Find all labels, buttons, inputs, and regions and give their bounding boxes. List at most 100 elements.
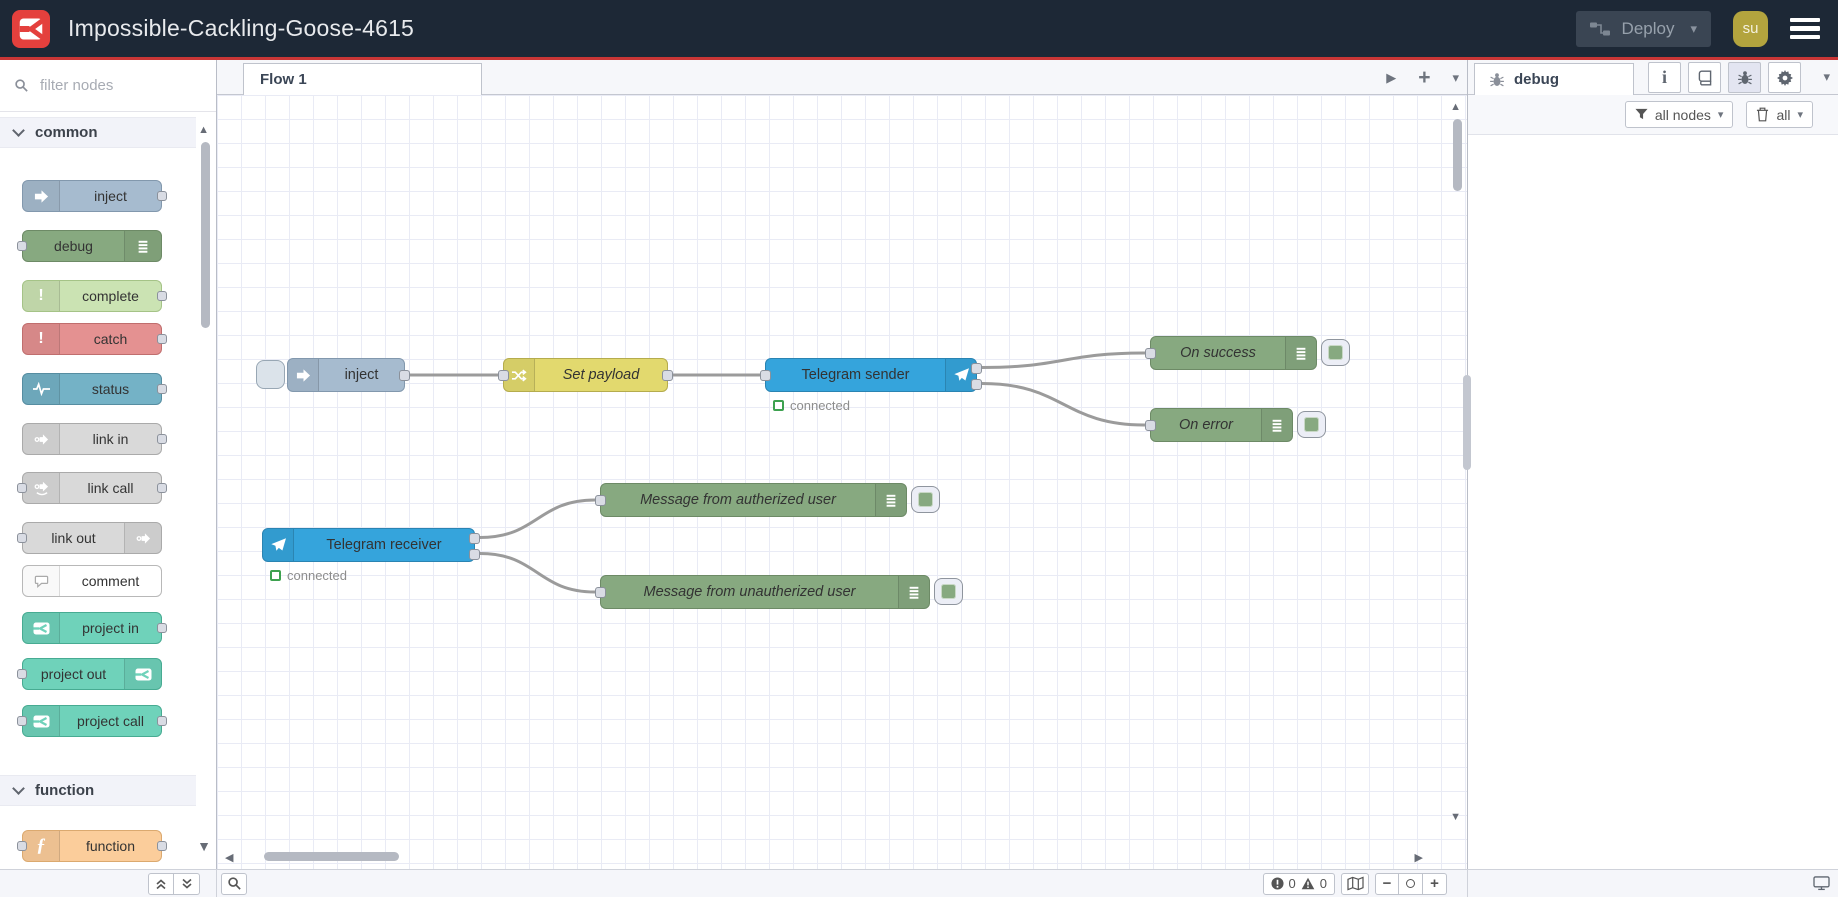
map-icon xyxy=(1346,876,1364,891)
flow-list-button[interactable]: ▾ xyxy=(1452,70,1459,86)
palette-category-common[interactable]: common xyxy=(0,117,196,148)
input-port[interactable] xyxy=(1145,348,1156,359)
zoom-reset-button[interactable] xyxy=(1399,872,1423,895)
user-avatar[interactable]: su xyxy=(1733,10,1768,47)
palette-node-label: function xyxy=(85,838,136,854)
input-port[interactable] xyxy=(595,495,606,506)
palette-node-link-call[interactable]: link call xyxy=(17,472,167,504)
deploy-caret-icon[interactable]: ▾ xyxy=(1686,21,1697,37)
port-in xyxy=(17,716,27,726)
debug-enable-toggle[interactable] xyxy=(1297,411,1326,438)
palette-node-debug[interactable]: debug xyxy=(17,230,162,262)
palette-scrollbar-thumb[interactable] xyxy=(201,142,210,328)
status-label: connected xyxy=(790,398,850,413)
help-tool-button[interactable] xyxy=(1688,62,1721,93)
link-arrow-icon xyxy=(124,523,161,553)
zoom-controls: − + xyxy=(1375,872,1447,895)
next-flow-button[interactable]: ▶ xyxy=(1386,70,1396,86)
wire-telegram-receiver-to-msg-auth[interactable] xyxy=(478,498,597,539)
flow-node-telegram-sender[interactable]: Telegram sender xyxy=(760,358,982,392)
flow-node-telegram-receiver[interactable]: Telegram receiver xyxy=(262,528,480,562)
input-port[interactable] xyxy=(595,587,606,598)
add-flow-button[interactable]: + xyxy=(1418,66,1430,90)
main-menu-button[interactable] xyxy=(1790,17,1820,40)
port-out xyxy=(157,291,167,301)
navigator-button[interactable] xyxy=(1341,872,1369,895)
h-scrollbar-thumb[interactable] xyxy=(264,852,399,861)
exclamation-icon: ! xyxy=(23,281,60,311)
debug-enable-toggle[interactable] xyxy=(911,486,940,513)
debug-clear-button[interactable]: all ▾ xyxy=(1746,101,1813,128)
input-port[interactable] xyxy=(760,370,771,381)
scroll-right-arrow[interactable]: ▶ xyxy=(1415,851,1423,864)
palette-category-function[interactable]: function xyxy=(0,775,196,806)
tab-debug[interactable]: debug xyxy=(1474,63,1634,95)
palette-node-label: debug xyxy=(54,238,93,254)
notifications-button[interactable]: 0 0 xyxy=(1262,872,1335,895)
scroll-down-arrow[interactable]: ▼ xyxy=(1450,811,1461,823)
debug-enable-toggle[interactable] xyxy=(1321,339,1350,366)
output-port[interactable] xyxy=(399,370,410,381)
output-port[interactable] xyxy=(662,370,673,381)
v-scrollbar-thumb[interactable] xyxy=(1453,119,1462,191)
search-flows-button[interactable] xyxy=(221,872,247,895)
input-port[interactable] xyxy=(1145,420,1156,431)
tab-flow-1[interactable]: Flow 1 xyxy=(243,63,482,95)
palette-node-link-in[interactable]: link in xyxy=(22,423,167,455)
debug-messages-panel xyxy=(1468,135,1838,869)
output-port-1[interactable] xyxy=(469,533,480,544)
palette-node-complete[interactable]: ! complete xyxy=(22,280,167,312)
deploy-icon xyxy=(1589,21,1610,37)
palette-node-inject[interactable]: inject xyxy=(22,180,167,212)
palette-scroll-up[interactable]: ▲ xyxy=(198,124,209,136)
palette-filter-input[interactable] xyxy=(38,76,182,95)
palette-node-function[interactable]: ƒ function xyxy=(17,830,167,862)
palette-node-project-in[interactable]: project in xyxy=(22,612,167,644)
wire-telegram-receiver-to-msg-unauth[interactable] xyxy=(478,552,597,594)
zoom-out-button[interactable]: − xyxy=(1375,872,1399,895)
palette-node-link-out[interactable]: link out xyxy=(17,522,162,554)
zoom-reset-icon xyxy=(1406,879,1415,888)
node-red-mark-icon xyxy=(23,613,60,643)
info-tool-button[interactable]: i xyxy=(1648,62,1681,93)
scroll-up-arrow[interactable]: ▲ xyxy=(1450,101,1461,113)
output-port-2[interactable] xyxy=(469,549,480,560)
node-red-mark-icon xyxy=(23,706,60,736)
sidebar-menu-button[interactable]: ▾ xyxy=(1823,69,1830,85)
node-label: Message from unautherized user xyxy=(643,584,856,600)
monitor-icon[interactable] xyxy=(1813,876,1830,891)
port-in xyxy=(17,241,27,251)
wire-telegram-sender-to-on-error[interactable] xyxy=(980,382,1147,427)
deploy-button[interactable]: Deploy ▾ xyxy=(1575,10,1711,47)
palette-scroll-down[interactable]: ▼ xyxy=(197,838,211,854)
output-port-1[interactable] xyxy=(971,363,982,374)
debug-filter-button[interactable]: all nodes ▾ xyxy=(1624,101,1734,128)
debug-list-icon xyxy=(1261,409,1292,441)
palette-node-project-call[interactable]: project call xyxy=(17,705,167,737)
flow-node-msg-unauth[interactable]: Message from unautherized user xyxy=(595,575,930,609)
debug-tool-button[interactable] xyxy=(1728,62,1761,93)
flow-node-msg-auth[interactable]: Message from autherized user xyxy=(595,483,907,517)
flow-node-set-payload[interactable]: Set payload xyxy=(498,358,673,392)
debug-enable-toggle[interactable] xyxy=(934,578,963,605)
sidebar-resize-grip[interactable] xyxy=(1463,375,1471,470)
flow-node-on-error[interactable]: On error xyxy=(1145,408,1293,442)
flow-node-on-success[interactable]: On success xyxy=(1145,336,1317,370)
palette-node-comment[interactable]: comment xyxy=(22,565,162,597)
wire-telegram-sender-to-on-success[interactable] xyxy=(980,351,1147,369)
input-port[interactable] xyxy=(498,370,509,381)
flow-canvas[interactable]: ◀ ▶ ▲ ▼ inject Set payload Telegram sender… xyxy=(217,95,1467,869)
toggle-state xyxy=(941,584,956,599)
palette-node-status[interactable]: status xyxy=(22,373,167,405)
scroll-left-arrow[interactable]: ◀ xyxy=(225,851,233,864)
palette-node-project-out[interactable]: project out xyxy=(17,658,162,690)
collapse-categories-button[interactable] xyxy=(148,872,174,895)
palette-node-label: complete xyxy=(82,288,139,304)
inject-trigger-button[interactable] xyxy=(256,360,285,389)
flow-node-inject[interactable]: inject xyxy=(287,358,410,392)
expand-categories-button[interactable] xyxy=(174,872,200,895)
output-port-2[interactable] xyxy=(971,379,982,390)
palette-node-catch[interactable]: ! catch xyxy=(22,323,167,355)
config-tool-button[interactable] xyxy=(1768,62,1801,93)
zoom-in-button[interactable]: + xyxy=(1423,872,1447,895)
